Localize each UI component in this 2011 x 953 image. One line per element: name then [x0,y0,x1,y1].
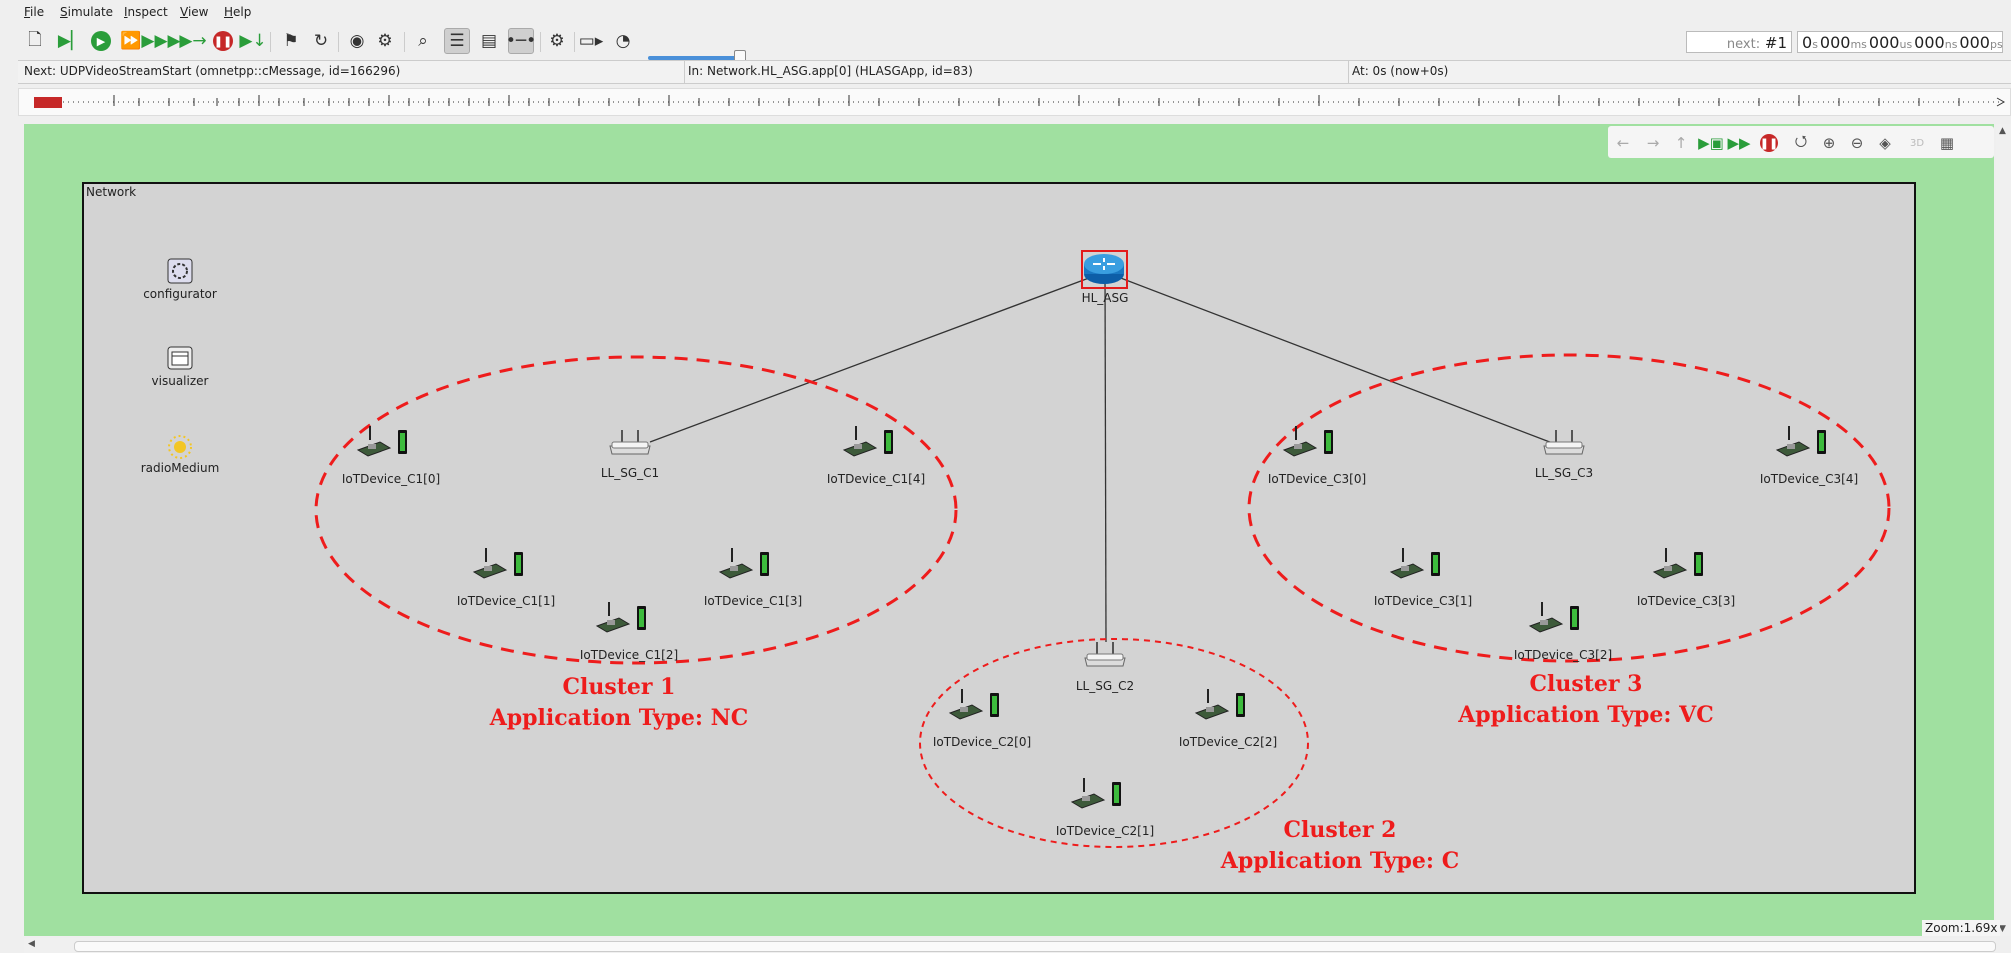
cluster-1-boundary [314,355,958,665]
device-label: IoTDevice_C1[4] [826,472,926,486]
cluster-2-title: Cluster 2 Application Type: C [1221,815,1459,877]
cluster-1-title: Cluster 1 Application Type: NC [490,672,749,734]
device-label: IoTDevice_C1[2] [579,648,679,662]
access-point-icon[interactable] [1084,642,1126,667]
access-point-icon[interactable] [609,430,651,455]
device-label: IoTDevice_C2[0] [932,735,1032,749]
iot-device-icon[interactable] [595,602,646,633]
iot-device-icon[interactable] [1389,548,1440,579]
window-icon[interactable] [167,346,193,370]
ll-sg-c1-label: LL_SG_C1 [600,466,660,480]
cluster-1-name: Cluster 1 [562,674,676,700]
router-icon[interactable] [1081,250,1128,289]
device-label: IoTDevice_C3[2] [1513,648,1613,662]
link-hl-asg-c2 [1104,271,1107,643]
iot-device-icon[interactable] [1282,426,1333,457]
visualizer-label: visualizer [151,374,209,388]
iot-device-icon[interactable] [1652,548,1703,579]
iot-device-icon[interactable] [842,426,893,457]
zoom-indicator: Zoom:1.69x [1922,920,2001,936]
hl-asg-label: HL_ASG [1081,291,1129,305]
iot-device-icon[interactable] [718,548,769,579]
iot-device-icon[interactable] [1775,426,1826,457]
device-label: IoTDevice_C3[0] [1267,472,1367,486]
ll-sg-c2-label: LL_SG_C2 [1075,679,1135,693]
cluster-1-app-type: Application Type: NC [489,705,749,731]
device-label: IoTDevice_C1[0] [341,472,441,486]
radio-medium-label: radioMedium [140,461,220,475]
device-label: IoTDevice_C2[2] [1178,735,1278,749]
device-label: IoTDevice_C2[1] [1055,824,1155,838]
cluster-2-app-type: Application Type: C [1220,848,1460,874]
cluster-3-title: Cluster 3 Application Type: VC [1458,669,1714,731]
gear-icon[interactable] [167,258,193,284]
device-label: IoTDevice_C3[4] [1759,472,1859,486]
device-label: IoTDevice_C3[1] [1373,594,1473,608]
device-label: IoTDevice_C3[3] [1636,594,1736,608]
iot-device-icon[interactable] [1528,602,1579,633]
link-hl-asg-c3 [1104,271,1556,445]
iot-device-icon[interactable] [948,689,999,720]
network-overlay [167,250,1891,848]
configurator-label: configurator [143,287,217,301]
cluster-2-name: Cluster 2 [1283,817,1397,843]
link-hl-asg-c1 [649,271,1106,443]
access-point-icon[interactable] [1543,430,1585,455]
ll-sg-c3-label: LL_SG_C3 [1534,466,1594,480]
iot-device-icon[interactable] [1070,778,1121,809]
cluster-3-boundary [1247,353,1891,663]
iot-device-icon[interactable] [472,548,523,579]
iot-device-icon[interactable] [1194,689,1245,720]
cluster-3-app-type: Application Type: VC [1458,702,1714,728]
iot-device-icon[interactable] [356,426,407,457]
sun-icon[interactable] [168,435,192,459]
device-label: IoTDevice_C1[3] [703,594,803,608]
cluster-3-name: Cluster 3 [1529,671,1643,697]
device-label: IoTDevice_C1[1] [456,594,556,608]
